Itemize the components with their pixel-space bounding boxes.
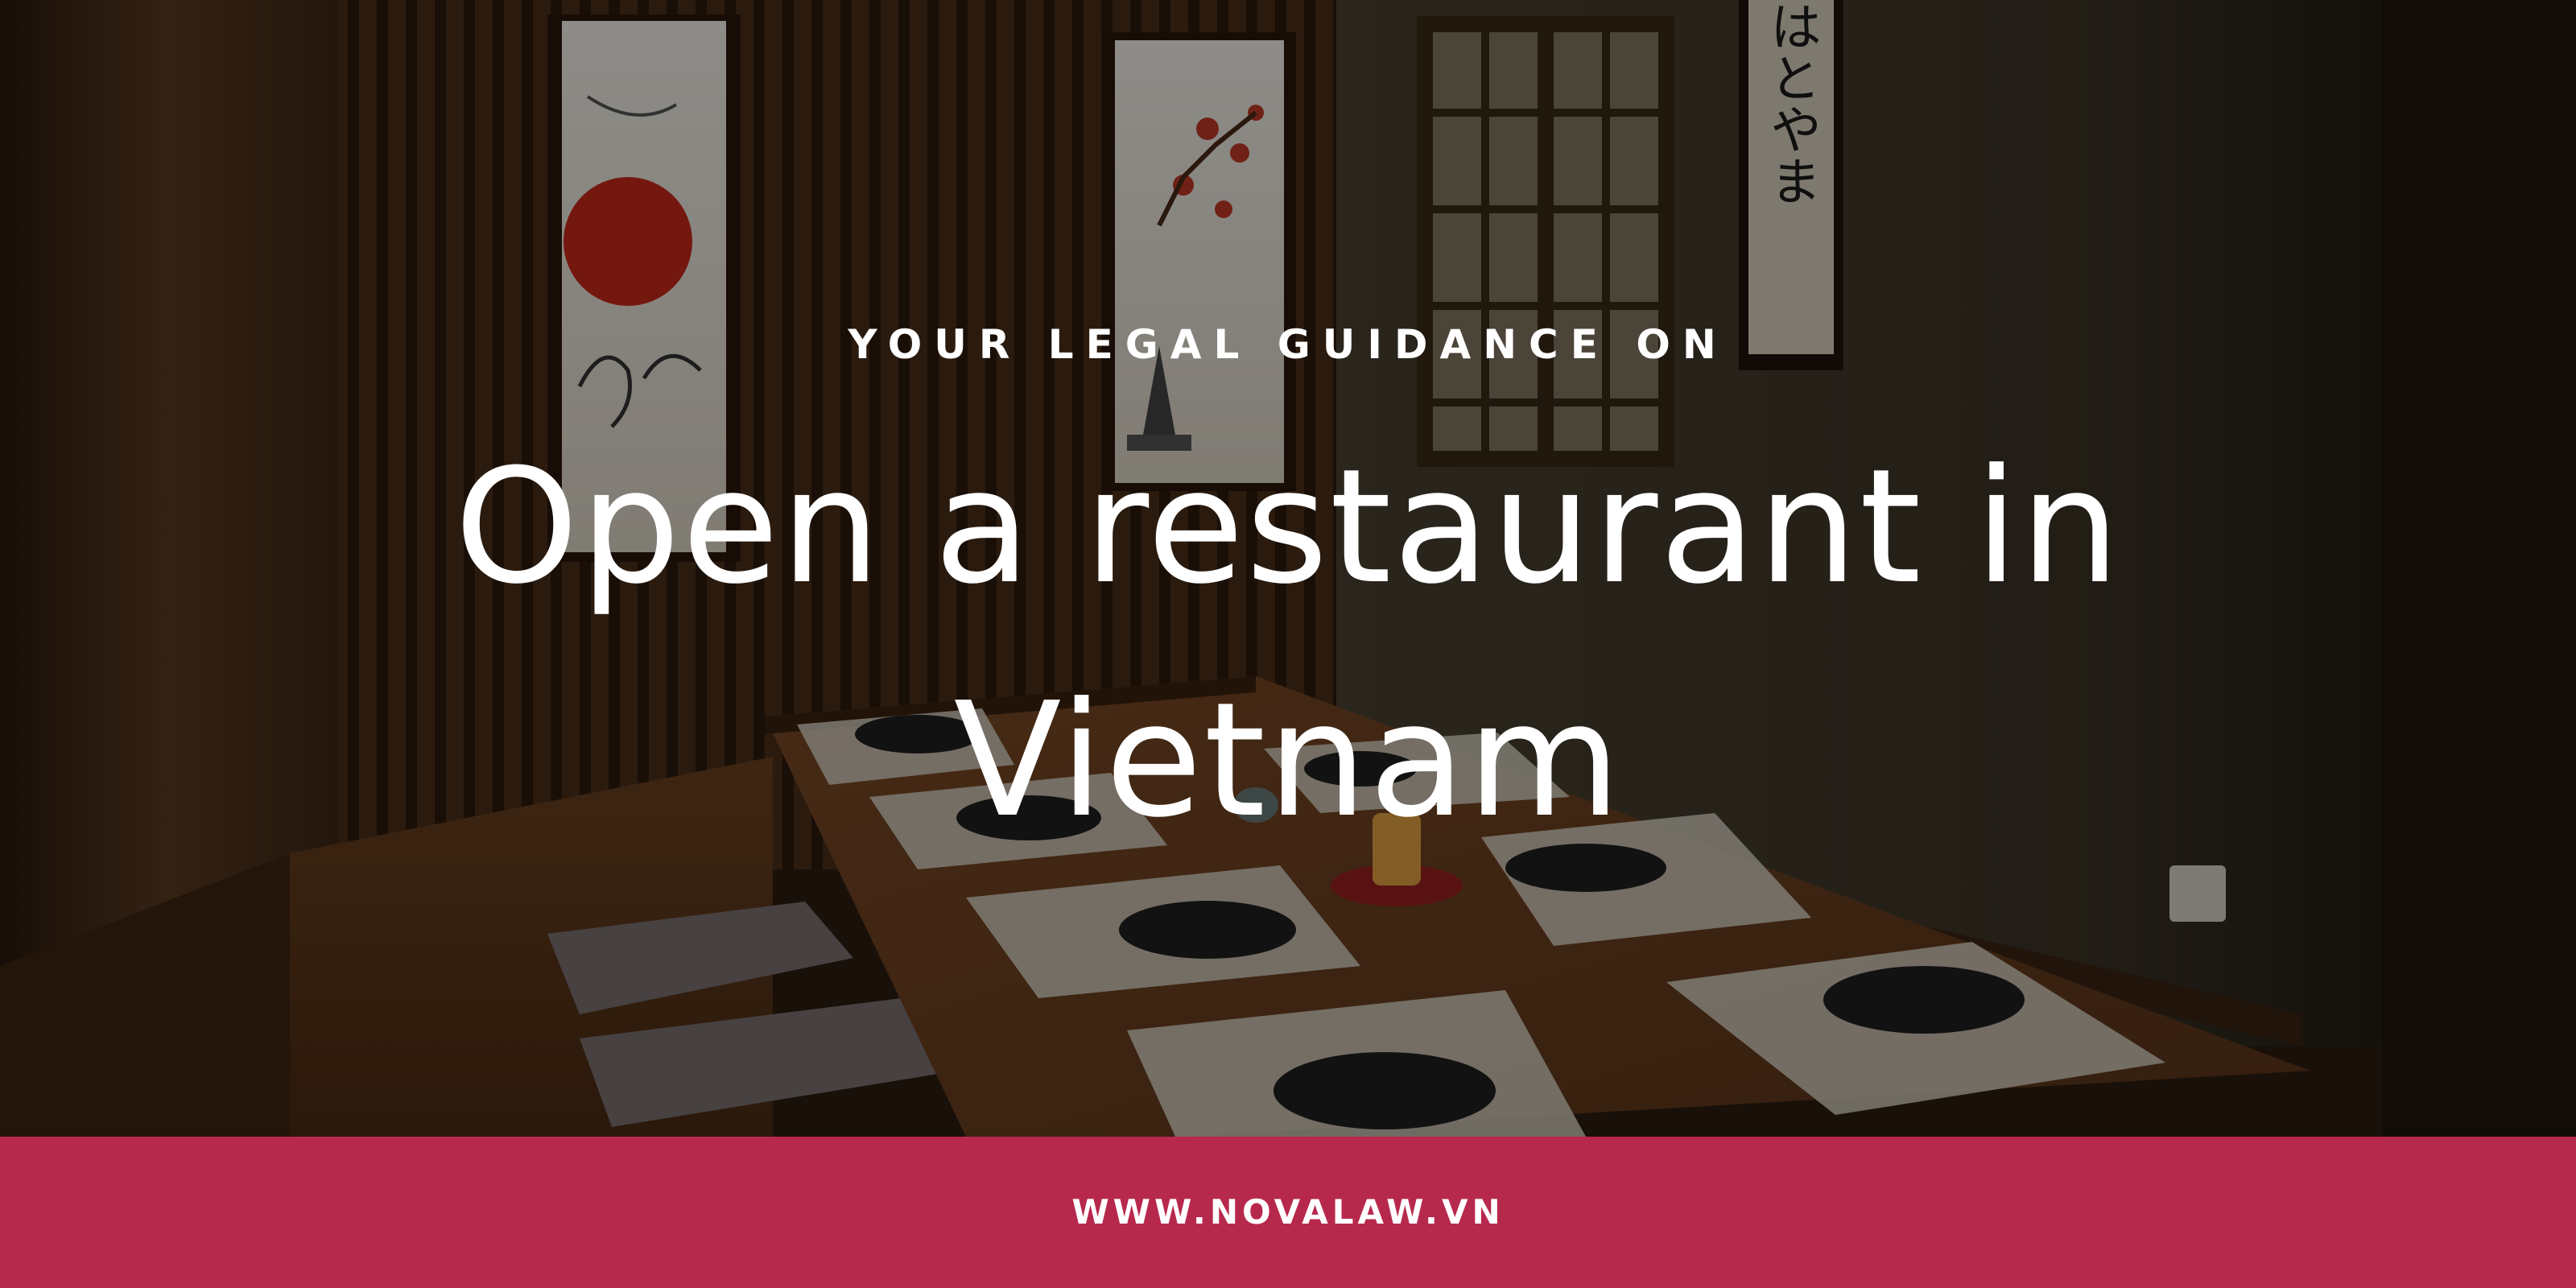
footer-bar: WWW.NOVALAW.VN (0, 1137, 2576, 1288)
hero-text: YOUR LEGAL GUIDANCE ON Open a restaurant… (0, 0, 2576, 1137)
hero-title: Open a restaurant in Vietnam (322, 411, 2254, 877)
banner: はとやま YOUR LEGAL GUIDANCE ON Open a resta… (0, 0, 2576, 1288)
website-link[interactable]: WWW.NOVALAW.VN (0, 1183, 2576, 1241)
hero-eyebrow: YOUR LEGAL GUIDANCE ON (848, 321, 1728, 368)
hero-title-line-2: Vietnam (953, 669, 1623, 852)
hero-title-line-1: Open a restaurant in (454, 436, 2122, 619)
